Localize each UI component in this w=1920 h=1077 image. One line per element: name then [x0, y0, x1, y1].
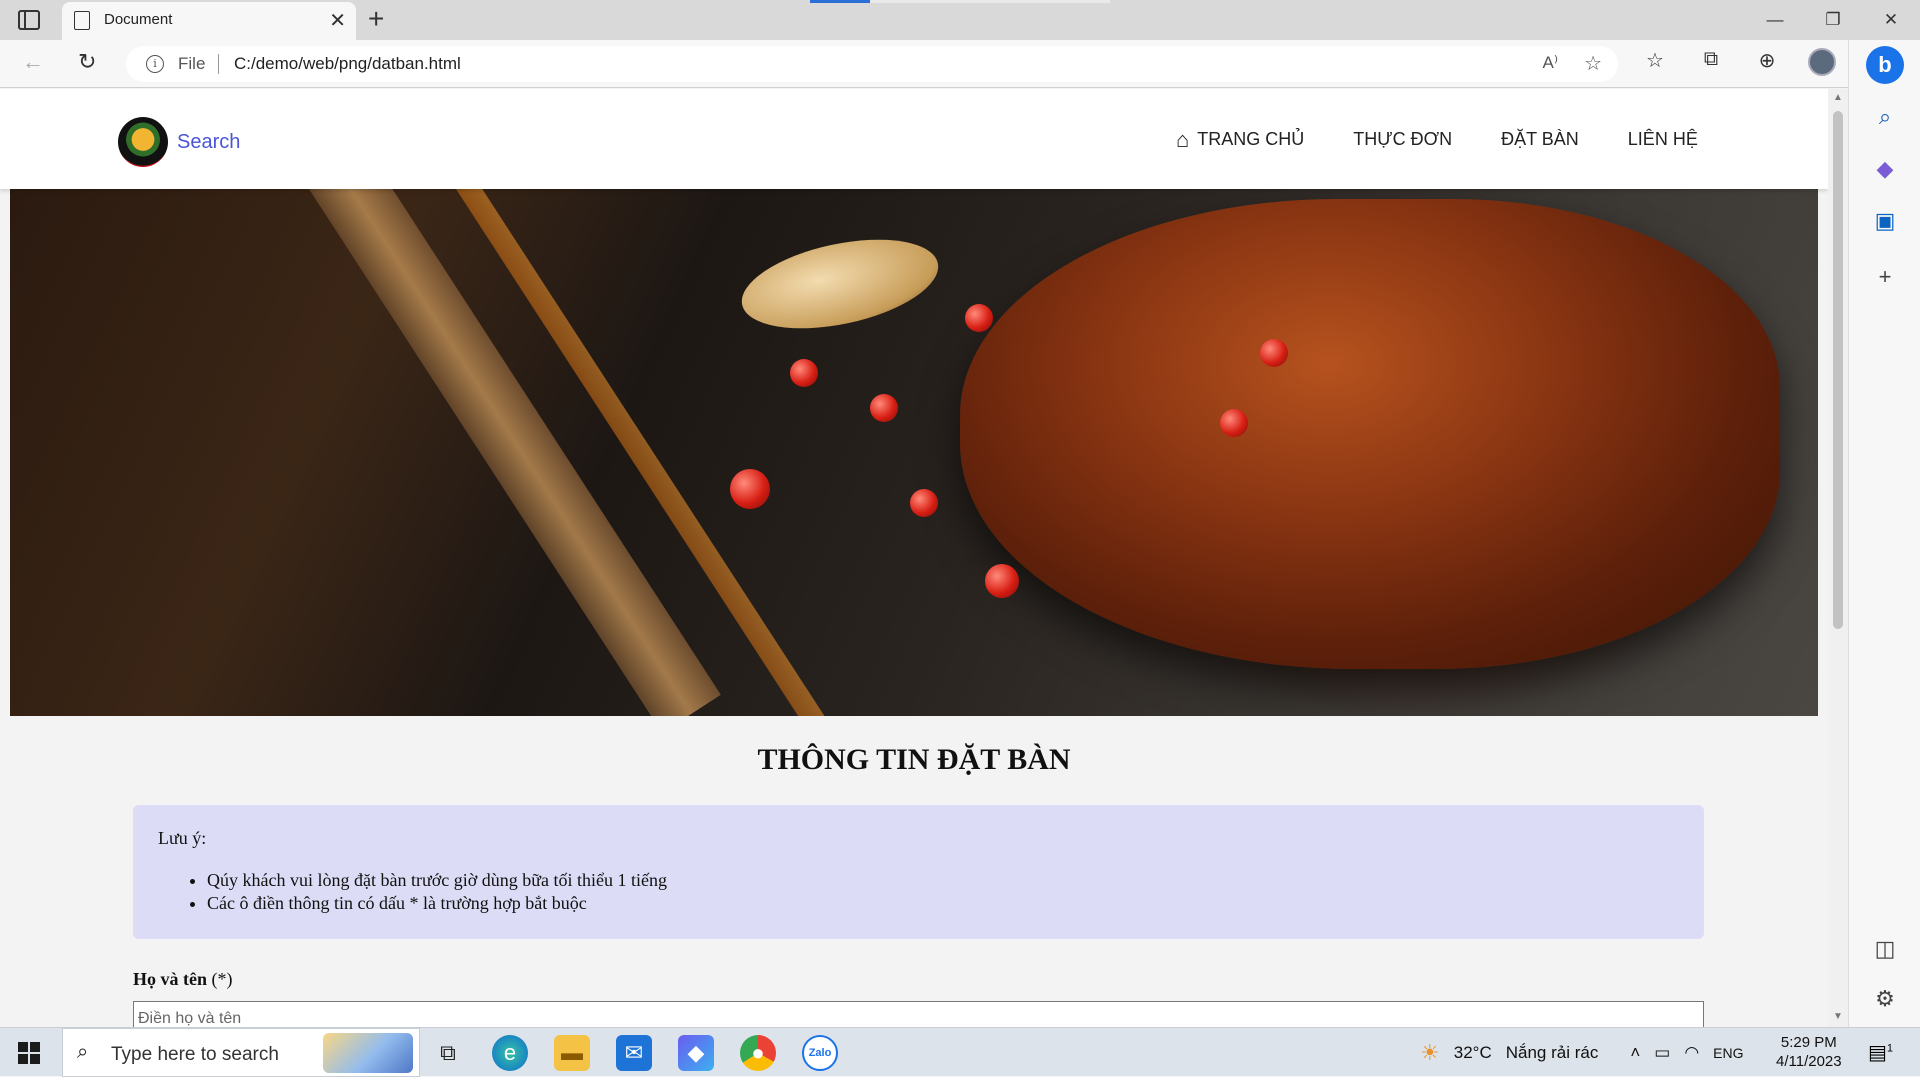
edge-sidebar: b ⌕ ◆ ▣ + ◫ ⚙ — [1848, 40, 1920, 1027]
name-field-label: Họ và tên (*) — [133, 969, 233, 990]
show-hidden-icons[interactable]: ˄ — [1630, 1043, 1640, 1063]
nav-menu[interactable]: THỰC ĐƠN — [1353, 129, 1452, 150]
notification-icon[interactable]: ▤1 — [1868, 1040, 1893, 1065]
browser-titlebar: Document ✕ + — ❐ ✕ — [0, 0, 1920, 40]
close-tab-icon[interactable]: ✕ — [329, 8, 346, 33]
bing-chat-icon[interactable]: b — [1866, 46, 1904, 84]
loading-indicator — [810, 0, 1110, 3]
home-icon: ⌂ — [1176, 126, 1190, 152]
weather-text[interactable]: Nắng rải rác — [1506, 1043, 1599, 1063]
windows-taskbar: ⌕ Type here to search ⧉ e ▬ ✉ ◆ ● Zalo ☀… — [0, 1027, 1920, 1077]
outlook-icon[interactable]: ▣ — [1871, 208, 1899, 234]
peppercorn — [1220, 409, 1248, 437]
site-header: Search ⌂ TRANG CHỦ THỰC ĐƠN ĐẶT BÀN LIÊN… — [0, 89, 1828, 189]
page-viewport: Search ⌂ TRANG CHỦ THỰC ĐƠN ĐẶT BÀN LIÊN… — [0, 89, 1828, 1027]
restore-button[interactable]: ❐ — [1804, 0, 1862, 40]
nav-booking[interactable]: ĐẶT BÀN — [1501, 129, 1579, 150]
required-marker: (*) — [207, 969, 233, 989]
settings-gear-icon[interactable]: ⚙ — [1871, 986, 1899, 1012]
note-title: Lưu ý: — [158, 828, 207, 848]
profile-avatar[interactable] — [1808, 48, 1836, 76]
peppercorn — [985, 564, 1019, 598]
notification-count: 1 — [1886, 1042, 1894, 1055]
favorites-icon[interactable]: ☆ — [1640, 48, 1670, 76]
edge-app-icon[interactable]: e — [492, 1034, 528, 1071]
address-bar[interactable]: i File C:/demo/web/png/datban.html A⁾ ☆ — [126, 46, 1618, 82]
address-toolbar: ← ↻ i File C:/demo/web/png/datban.html A… — [0, 40, 1920, 88]
url-text[interactable]: C:/demo/web/png/datban.html — [234, 54, 461, 74]
peppercorn — [790, 359, 818, 387]
task-view-icon[interactable]: ⧉ — [430, 1035, 466, 1071]
minimize-button[interactable]: — — [1746, 0, 1804, 40]
file-label: File — [178, 54, 206, 73]
scrollbar-thumb[interactable] — [1833, 111, 1843, 629]
note-item: Các ô điền thông tin có dấu * là trường … — [207, 892, 667, 915]
name-label-text: Họ và tên — [133, 969, 207, 989]
info-icon[interactable]: i — [146, 55, 164, 73]
divider — [218, 54, 219, 74]
taskbar-apps: ⧉ e ▬ ✉ ◆ ● Zalo — [430, 1028, 838, 1077]
device-icon[interactable]: ▭ — [1654, 1043, 1670, 1063]
sidebar-panel-icon[interactable]: ◫ — [1871, 936, 1899, 962]
scroll-up-icon[interactable]: ▲ — [1833, 92, 1843, 103]
note-item: Qúy khách vui lòng đặt bàn trước giờ dùn… — [207, 869, 667, 892]
site-nav: ⌂ TRANG CHỦ THỰC ĐƠN ĐẶT BÀN LIÊN HỆ — [1176, 126, 1698, 152]
wifi-icon[interactable]: ◠ — [1684, 1043, 1699, 1063]
close-window-button[interactable]: ✕ — [1862, 0, 1920, 40]
browser-tab[interactable]: Document ✕ — [62, 2, 356, 40]
note-box: Lưu ý: Qúy khách vui lòng đặt bàn trước … — [133, 805, 1704, 939]
refresh-icon[interactable]: ↻ — [78, 49, 96, 75]
garlic-clove — [733, 224, 947, 344]
weather-icon[interactable]: ☀ — [1420, 1040, 1440, 1066]
nav-contact[interactable]: LIÊN HỆ — [1628, 129, 1698, 150]
zalo-app-icon[interactable]: Zalo — [802, 1034, 838, 1071]
copilot-app-icon[interactable]: ◆ — [678, 1034, 714, 1071]
collections-icon[interactable]: ⧉ — [1696, 48, 1726, 76]
logo-search-link[interactable]: Search — [177, 131, 240, 154]
add-favorite-icon[interactable]: ☆ — [1584, 51, 1602, 76]
search-icon: ⌕ — [77, 1041, 89, 1063]
shopping-icon[interactable]: ◆ — [1871, 156, 1899, 182]
new-tab-button[interactable]: + — [368, 3, 384, 35]
nav-home[interactable]: ⌂ TRANG CHỦ — [1176, 126, 1305, 152]
taskbar-search-placeholder: Type here to search — [111, 1044, 279, 1065]
note-list: Qúy khách vui lòng đặt bàn trước giờ dùn… — [207, 869, 667, 915]
mail-icon[interactable]: ✉ — [616, 1034, 652, 1071]
read-aloud-icon[interactable]: A⁾ — [1542, 53, 1558, 73]
steak — [960, 199, 1780, 669]
back-arrow-icon[interactable]: ← — [22, 49, 44, 75]
temperature[interactable]: 32°C — [1454, 1043, 1492, 1063]
search-highlight-art — [323, 1033, 413, 1073]
booking-section: THÔNG TIN ĐẶT BÀN Lưu ý: Qúy khách vui l… — [10, 716, 1818, 1027]
add-sidebar-app-icon[interactable]: + — [1871, 264, 1899, 290]
name-input[interactable] — [133, 1001, 1704, 1027]
page-title: THÔNG TIN ĐẶT BÀN — [757, 743, 1071, 776]
search-icon[interactable]: ⌕ — [1871, 104, 1899, 130]
windows-start-icon[interactable] — [18, 1042, 40, 1064]
taskbar-search-box[interactable]: ⌕ Type here to search — [62, 1028, 420, 1077]
peppercorn — [1260, 339, 1288, 367]
tab-actions-icon[interactable] — [18, 10, 40, 30]
system-tray: ☀ 32°C Nắng rải rác ˄ ▭ ◠ ENG — [1420, 1028, 1744, 1077]
peppercorn — [870, 394, 898, 422]
peppercorn — [965, 304, 993, 332]
tab-title: Document — [104, 11, 173, 28]
page-scrollbar[interactable]: ▲ ▼ — [1828, 89, 1848, 1027]
clock-date: 4/11/2023 — [1776, 1053, 1842, 1070]
language-indicator[interactable]: ENG — [1713, 1045, 1743, 1061]
peppercorn — [910, 489, 938, 517]
page-icon — [74, 11, 90, 30]
chrome-app-icon[interactable]: ● — [740, 1034, 776, 1071]
nav-home-label: TRANG CHỦ — [1197, 129, 1305, 149]
file-explorer-icon[interactable]: ▬ — [554, 1034, 590, 1071]
clock-time: 5:29 PM — [1780, 1034, 1837, 1051]
restaurant-logo[interactable] — [118, 117, 168, 167]
hero-steak-image — [10, 189, 1818, 716]
taskbar-clock[interactable]: 5:29 PM 4/11/2023 — [1776, 1033, 1842, 1071]
window-controls: — ❐ ✕ — [1746, 0, 1920, 40]
peppercorn — [730, 469, 770, 509]
extensions-icon[interactable]: ⊕ — [1752, 48, 1782, 76]
scroll-down-icon[interactable]: ▼ — [1833, 1011, 1843, 1022]
